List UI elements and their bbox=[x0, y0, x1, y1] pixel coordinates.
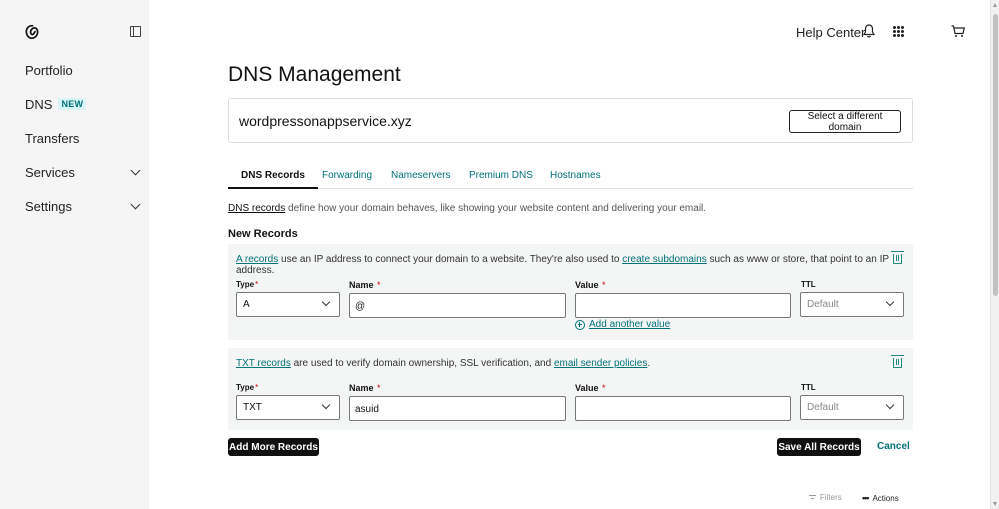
domain-name: wordpressonappservice.xyz bbox=[239, 113, 412, 129]
type-value: A bbox=[243, 299, 250, 310]
name-input[interactable]: @ bbox=[349, 293, 566, 318]
txt-record-card: TXT records are used to verify domain ow… bbox=[228, 348, 913, 430]
filters-label: Filters bbox=[820, 493, 842, 502]
email-sender-policies-link[interactable]: email sender policies bbox=[554, 358, 647, 369]
tab-premium-dns[interactable]: Premium DNS bbox=[469, 170, 533, 189]
chevron-down-icon bbox=[130, 165, 141, 176]
godaddy-logo-icon[interactable] bbox=[24, 24, 41, 41]
txt-record-description: TXT records are used to verify domain ow… bbox=[236, 358, 650, 369]
sidebar-item-settings[interactable]: Settings bbox=[25, 197, 143, 215]
add-another-value-link[interactable]: Add another value bbox=[575, 319, 670, 330]
description-text: . bbox=[647, 358, 651, 369]
ttl-select[interactable]: Default bbox=[800, 395, 904, 420]
collapse-sidebar-icon[interactable] bbox=[130, 26, 141, 37]
sidebar-item-label: Settings bbox=[25, 198, 72, 214]
type-select[interactable]: TXT bbox=[236, 395, 340, 420]
trash-icon[interactable] bbox=[891, 355, 904, 368]
required-mark: * bbox=[602, 383, 606, 393]
description-text: use an IP address to connect your domain… bbox=[278, 254, 623, 265]
name-label: Name * bbox=[349, 280, 381, 290]
required-mark: * bbox=[602, 280, 606, 290]
chevron-down-icon bbox=[885, 297, 895, 307]
scroll-thumb[interactable] bbox=[993, 14, 998, 296]
cart-icon[interactable] bbox=[951, 25, 965, 38]
dns-records-link[interactable]: DNS records bbox=[228, 203, 285, 214]
add-more-records-button[interactable]: Add More Records bbox=[228, 438, 319, 456]
page-title: DNS Management bbox=[228, 63, 401, 86]
required-mark: * bbox=[377, 280, 381, 290]
a-records-link[interactable]: A records bbox=[236, 254, 278, 265]
chevron-down-icon bbox=[321, 297, 331, 307]
value-input[interactable] bbox=[575, 396, 791, 421]
type-label-text: Type bbox=[236, 280, 255, 289]
select-different-domain-button[interactable]: Select a different domain bbox=[789, 110, 901, 133]
trash-icon[interactable] bbox=[891, 251, 904, 264]
filter-icon bbox=[809, 494, 816, 501]
description-text: are used to verify domain ownership, SSL… bbox=[290, 358, 554, 369]
filters-button[interactable]: Filters bbox=[809, 493, 842, 502]
value-label: Value * bbox=[575, 383, 606, 393]
sidebar-item-transfers[interactable]: Transfers bbox=[25, 129, 143, 147]
type-label: Type* bbox=[236, 383, 258, 392]
value-label-text: Value bbox=[575, 280, 599, 290]
name-label: Name * bbox=[349, 383, 381, 393]
chevron-down-icon bbox=[130, 199, 141, 210]
value-input[interactable] bbox=[575, 293, 791, 318]
ttl-select[interactable]: Default bbox=[800, 292, 904, 317]
sidebar-item-label: Services bbox=[25, 164, 75, 180]
sidebar-item-dns[interactable]: DNS NEW bbox=[25, 95, 143, 113]
apps-grid-icon[interactable] bbox=[893, 26, 904, 37]
type-value: TXT bbox=[243, 402, 262, 413]
scroll-up-icon[interactable] bbox=[993, 3, 997, 7]
a-record-description: A records use an IP address to connect y… bbox=[236, 254, 913, 276]
actions-label: Actions bbox=[872, 493, 899, 503]
sidebar-item-label: DNS bbox=[25, 96, 53, 112]
required-mark: * bbox=[377, 383, 381, 393]
sidebar-item-label: Transfers bbox=[25, 130, 80, 146]
ttl-value: Default bbox=[807, 402, 839, 413]
type-label: Type* bbox=[236, 280, 258, 289]
tab-hostnames[interactable]: Hostnames bbox=[550, 170, 601, 189]
more-dots-icon: ••• bbox=[862, 493, 870, 503]
new-records-title: New Records bbox=[228, 228, 298, 240]
name-label-text: Name bbox=[349, 280, 374, 290]
add-another-value-label: Add another value bbox=[589, 319, 671, 330]
bell-icon[interactable] bbox=[863, 24, 875, 38]
create-subdomains-link[interactable]: create subdomains bbox=[622, 254, 707, 265]
ttl-value: Default bbox=[807, 299, 839, 310]
name-input[interactable]: asuid bbox=[349, 396, 566, 421]
actions-button[interactable]: ••• Actions bbox=[862, 493, 899, 503]
chevron-down-icon bbox=[885, 400, 895, 410]
tab-dns-records[interactable]: DNS Records bbox=[228, 170, 318, 189]
ttl-label: TTL bbox=[801, 280, 816, 289]
sidebar-item-services[interactable]: Services bbox=[25, 163, 143, 181]
name-label-text: Name bbox=[349, 383, 374, 393]
value-label-text: Value bbox=[575, 383, 599, 393]
type-select[interactable]: A bbox=[236, 292, 340, 317]
a-record-card: A records use an IP address to connect y… bbox=[228, 244, 913, 340]
sidebar-item-label: Portfolio bbox=[25, 62, 73, 78]
txt-records-link[interactable]: TXT records bbox=[236, 358, 291, 369]
new-badge: NEW bbox=[58, 98, 87, 110]
type-label-text: Type bbox=[236, 383, 255, 392]
intro-description: define how your domain behaves, like sho… bbox=[285, 203, 707, 214]
value-label: Value * bbox=[575, 280, 606, 290]
help-center-link[interactable]: Help Center bbox=[796, 25, 865, 40]
required-mark: * bbox=[255, 280, 259, 289]
required-mark: * bbox=[255, 383, 259, 392]
ttl-label: TTL bbox=[801, 383, 816, 392]
intro-text: DNS records define how your domain behav… bbox=[228, 203, 706, 214]
plus-circle-icon bbox=[575, 319, 585, 330]
cancel-button[interactable]: Cancel bbox=[877, 441, 910, 452]
sidebar: Portfolio DNS NEW Transfers Services Set… bbox=[0, 0, 149, 509]
chevron-down-icon bbox=[321, 400, 331, 410]
save-all-records-button[interactable]: Save All Records bbox=[777, 438, 861, 456]
scrollbar[interactable] bbox=[990, 0, 999, 509]
tab-nameservers[interactable]: Nameservers bbox=[391, 170, 450, 189]
tab-bar: DNS Records Forwarding Nameservers Premi… bbox=[228, 166, 913, 189]
scroll-down-icon[interactable] bbox=[993, 502, 997, 506]
tab-forwarding[interactable]: Forwarding bbox=[322, 170, 372, 189]
domain-card: wordpressonappservice.xyz Select a diffe… bbox=[228, 98, 913, 143]
sidebar-item-portfolio[interactable]: Portfolio bbox=[25, 61, 143, 79]
